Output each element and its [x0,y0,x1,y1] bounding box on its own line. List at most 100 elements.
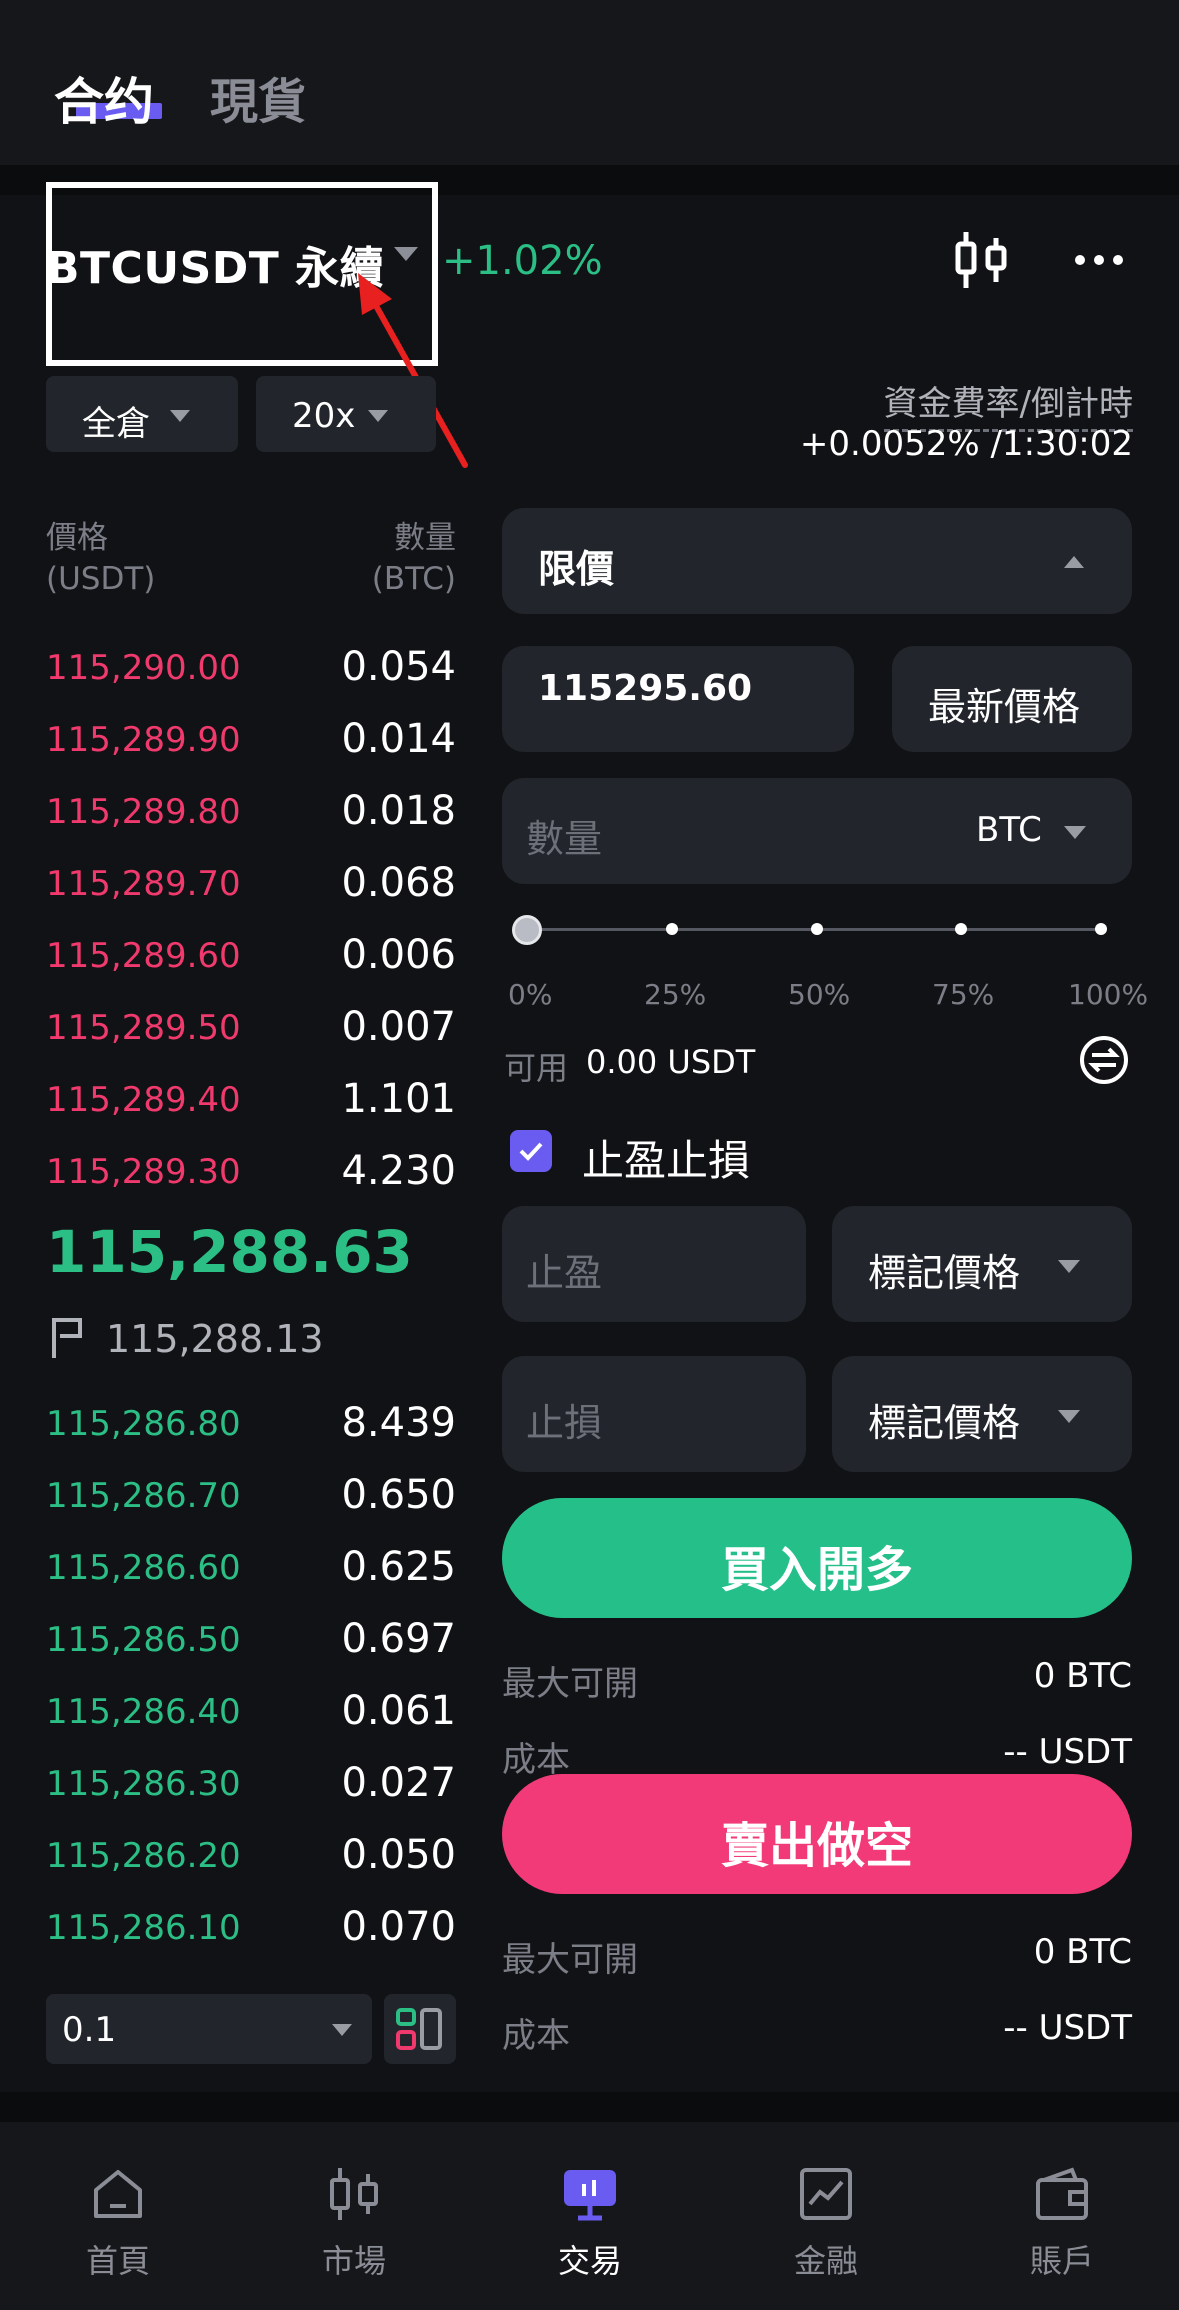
bid-qty: 0.027 [341,1760,456,1806]
ask-price: 115,289.90 [46,720,241,760]
long-cost-value: -- USDT [1003,1732,1132,1772]
margin-mode-select[interactable]: 全倉 [46,376,238,452]
nav-home[interactable]: 首頁 [0,2122,236,2310]
amount-slider-thumb[interactable] [512,915,542,945]
long-max-open-value: 0 BTC [1033,1656,1132,1696]
quantity-unit[interactable]: BTC [976,810,1042,850]
tpsl-label[interactable]: 止盈止損 [582,1127,750,1188]
orderbook-qty-header: 數量 [394,520,456,556]
bid-qty: 0.070 [341,1904,456,1950]
bid-price: 115,286.20 [46,1836,241,1876]
ask-price: 115,289.60 [46,936,241,976]
bid-row[interactable]: 115,286.10 0.070 [46,1894,456,1966]
stop-loss-placeholder: 止損 [526,1401,603,1445]
nav-account-label: 賬戶 [1029,2242,1094,2280]
take-profit-trigger-select[interactable]: 標記價格 [832,1206,1132,1322]
quantity-input[interactable]: 數量 BTC [502,778,1132,884]
orderbook-layout-button[interactable] [384,1994,456,2064]
ask-price: 115,289.70 [46,864,241,904]
depth-precision-select[interactable]: 0.1 [46,1994,372,2064]
latest-price-button[interactable]: 最新價格 [892,646,1132,752]
check-icon [519,1142,543,1161]
chevron-up-icon [1064,556,1084,568]
available-value: 0.00 USDT [586,1043,756,1081]
ask-qty: 0.006 [341,932,456,978]
nav-trade-label: 交易 [557,2242,622,2280]
bid-row[interactable]: 115,286.40 0.061 [46,1678,456,1750]
ask-qty: 0.054 [341,644,456,690]
bid-price: 115,286.70 [46,1476,241,1516]
ask-row[interactable]: 115,289.40 1.101 [46,1066,456,1138]
bid-qty: 0.650 [341,1472,456,1518]
candlestick-chart-icon[interactable] [954,228,1010,292]
slider-step-25[interactable] [666,923,678,935]
bid-row[interactable]: 115,286.80 8.439 [46,1390,456,1462]
order-type-select[interactable]: 限價 [502,508,1132,614]
orderbook-price-unit: (USDT) [46,561,156,597]
nav-market[interactable]: 市場 [236,2122,472,2310]
tab-spot[interactable]: 現貨 [210,62,306,132]
slider-step-50[interactable] [811,923,823,935]
top-tab-bar [0,0,1179,165]
more-icon[interactable] [1074,250,1124,270]
stop-loss-input[interactable]: 止損 [502,1356,806,1472]
nav-home-label: 首頁 [85,2242,150,2280]
bid-row[interactable]: 115,286.70 0.650 [46,1462,456,1534]
short-max-open-label: 最大可開 [502,1940,638,1980]
finance-chart-icon [800,2168,852,2220]
bid-price: 115,286.60 [46,1548,241,1588]
ask-row[interactable]: 115,289.80 0.018 [46,778,456,850]
slider-step-75[interactable] [955,923,967,935]
bid-qty: 0.625 [341,1544,456,1590]
nav-finance[interactable]: 金融 [708,2122,944,2310]
slider-label: 75% [932,978,995,1011]
bid-row[interactable]: 115,286.20 0.050 [46,1822,456,1894]
bid-qty: 0.061 [341,1688,456,1734]
orderbook-price-header: 價格 [46,520,108,556]
bid-price: 115,286.10 [46,1908,241,1948]
ask-row[interactable]: 115,289.70 0.068 [46,850,456,922]
home-icon [94,2170,142,2218]
ask-row[interactable]: 115,290.00 0.054 [46,634,456,706]
ask-row[interactable]: 115,289.90 0.014 [46,706,456,778]
ask-row[interactable]: 115,289.60 0.006 [46,922,456,994]
ask-row[interactable]: 115,289.30 4.230 [46,1138,456,1210]
chevron-down-icon [1058,1260,1080,1273]
orderbook-qty-unit: (BTC) [371,561,456,597]
nav-finance-label: 金融 [793,2242,858,2280]
tab-contract[interactable]: 合约 [54,62,154,134]
slider-step-100[interactable] [1095,923,1107,935]
available-label: 可用 [504,1049,569,1087]
trigger-type-label: 標記價格 [868,1401,1021,1445]
last-price[interactable]: 115,288.63 [46,1218,413,1286]
ask-price: 115,289.40 [46,1080,241,1120]
bottom-divider [0,2092,1179,2122]
chevron-down-icon [170,410,190,422]
stop-loss-trigger-select[interactable]: 標記價格 [832,1356,1132,1472]
nav-market-label: 市場 [321,2242,386,2280]
flag-icon [52,1318,82,1358]
slider-label: 0% [508,978,553,1011]
bid-price: 115,286.50 [46,1620,241,1660]
orderbook-layout-icon [396,2008,442,2050]
buy-long-button[interactable]: 買入開多 [502,1498,1132,1618]
tpsl-checkbox[interactable] [510,1130,552,1172]
long-max-open-label: 最大可開 [502,1664,638,1704]
ask-price: 115,289.80 [46,792,241,832]
take-profit-input[interactable]: 止盈 [502,1206,806,1322]
ask-qty: 0.068 [341,860,456,906]
transfer-icon[interactable] [1078,1034,1130,1086]
bid-row[interactable]: 115,286.30 0.027 [46,1750,456,1822]
bid-price: 115,286.80 [46,1404,241,1444]
sell-short-button[interactable]: 賣出做空 [502,1774,1132,1894]
ask-price: 115,289.50 [46,1008,241,1048]
bid-row[interactable]: 115,286.50 0.697 [46,1606,456,1678]
nav-account[interactable]: 賬戶 [944,2122,1179,2310]
ask-row[interactable]: 115,289.50 0.007 [46,994,456,1066]
slider-label: 25% [644,978,707,1011]
price-input[interactable]: 115295.60 [502,646,854,752]
leverage-select[interactable]: 20x [256,376,436,452]
bottom-nav: 首頁 市場 交易 金融 賬戶 [0,2122,1179,2310]
nav-trade[interactable]: 交易 [472,2122,708,2310]
bid-row[interactable]: 115,286.60 0.625 [46,1534,456,1606]
